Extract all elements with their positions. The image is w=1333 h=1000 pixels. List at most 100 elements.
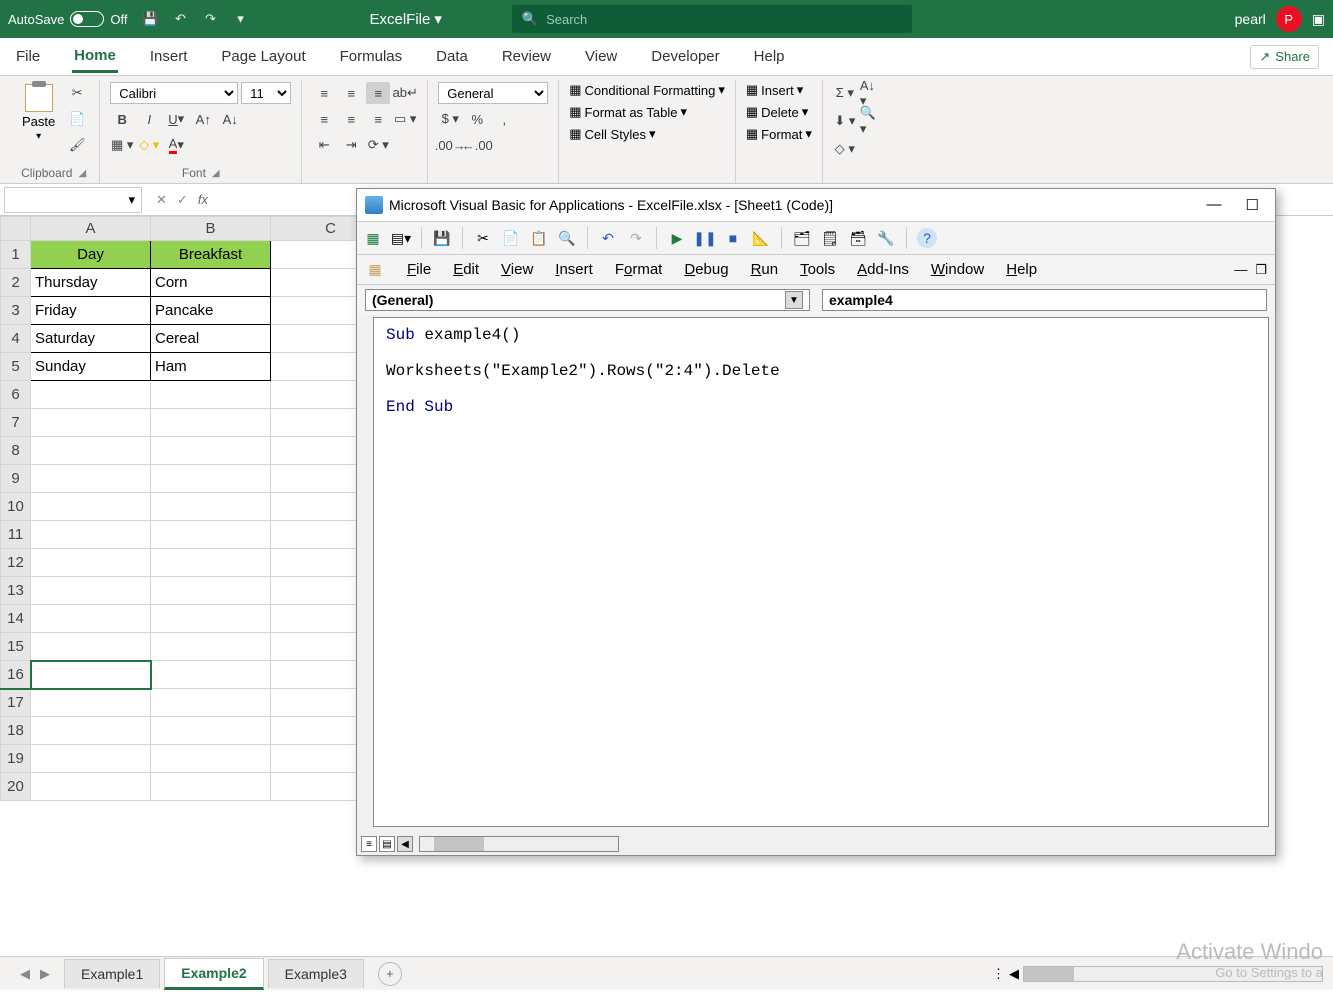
vba-menu-tools[interactable]: Tools (800, 261, 835, 278)
cell[interactable] (151, 437, 271, 465)
redo-icon[interactable]: ↷ (201, 10, 219, 28)
toggle-switch[interactable] (70, 11, 104, 27)
row-header[interactable]: 6 (1, 381, 31, 409)
find-icon[interactable]: 🔍 (557, 228, 577, 248)
vba-title-bar[interactable]: Microsoft Visual Basic for Applications … (357, 189, 1275, 221)
cell[interactable] (31, 437, 151, 465)
vba-menu-debug[interactable]: Debug (684, 261, 728, 278)
borders-icon[interactable]: ▦ ▾ (110, 134, 134, 156)
wrap-text-icon[interactable]: ab↵ (393, 82, 417, 104)
undo-icon[interactable]: ↶ (171, 10, 189, 28)
percent-icon[interactable]: % (465, 108, 489, 130)
cell[interactable] (151, 577, 271, 605)
sheet-tab-example1[interactable]: Example1 (64, 959, 160, 988)
cell[interactable]: Pancake (151, 297, 271, 325)
sort-filter-icon[interactable]: A↓ ▾ (860, 82, 884, 104)
copy-icon[interactable]: 📄 (501, 228, 521, 248)
cell[interactable] (31, 773, 151, 801)
align-top-icon[interactable]: ≡ (312, 82, 336, 104)
cell[interactable] (151, 689, 271, 717)
format-cells-button[interactable]: ▦ Format ▾ (746, 126, 812, 142)
cell[interactable] (151, 493, 271, 521)
cell[interactable]: Friday (31, 297, 151, 325)
cell[interactable] (31, 717, 151, 745)
align-middle-icon[interactable]: ≡ (339, 82, 363, 104)
cell[interactable]: Breakfast (151, 241, 271, 269)
cell[interactable] (151, 633, 271, 661)
row-header[interactable]: 16 (1, 661, 31, 689)
undo-icon[interactable]: ↶ (598, 228, 618, 248)
vba-menu-format[interactable]: Format (615, 261, 663, 278)
fill-icon[interactable]: ⬇ ▾ (833, 110, 857, 132)
cell[interactable]: Day (31, 241, 151, 269)
row-header[interactable]: 3 (1, 297, 31, 325)
sheet-tab-example3[interactable]: Example3 (268, 959, 364, 988)
font-color-icon[interactable]: A ▾ (164, 134, 188, 156)
currency-icon[interactable]: $ ▾ (438, 108, 462, 130)
vba-hscroll[interactable] (419, 836, 619, 852)
row-header[interactable]: 4 (1, 325, 31, 353)
cell[interactable] (151, 381, 271, 409)
save-icon[interactable]: 💾 (432, 228, 452, 248)
enter-icon[interactable]: ✓ (177, 192, 188, 208)
name-box[interactable]: ▾ (4, 187, 142, 213)
cell[interactable] (31, 493, 151, 521)
row-header[interactable]: 17 (1, 689, 31, 717)
help-icon[interactable]: ? (917, 228, 937, 248)
stop-icon[interactable]: ■ (723, 228, 743, 248)
insert-cells-button[interactable]: ▦ Insert ▾ (746, 82, 812, 98)
cell[interactable] (31, 381, 151, 409)
cancel-icon[interactable]: ✕ (156, 192, 167, 208)
row-header[interactable]: 1 (1, 241, 31, 269)
select-all-corner[interactable] (1, 217, 31, 241)
share-button[interactable]: ↗ Share (1250, 45, 1319, 69)
add-sheet-button[interactable]: + (378, 962, 402, 986)
tab-review[interactable]: Review (500, 42, 553, 71)
cell[interactable] (31, 689, 151, 717)
tab-home[interactable]: Home (72, 41, 118, 73)
cell[interactable] (151, 521, 271, 549)
cut-icon[interactable]: ✂ (65, 82, 89, 104)
full-module-view-icon[interactable]: ≡ (361, 836, 377, 852)
cell[interactable] (151, 773, 271, 801)
find-icon[interactable]: 🔍 ▾ (860, 110, 884, 132)
qat-dropdown-icon[interactable]: ▾ (231, 10, 249, 28)
vba-menu-addins[interactable]: Add-Ins (857, 261, 909, 278)
cell[interactable]: Ham (151, 353, 271, 381)
grid[interactable]: ABC1DayBreakfast2ThursdayCorn3FridayPanc… (0, 216, 391, 801)
cell[interactable] (31, 605, 151, 633)
paste-button[interactable]: Paste ▾ (18, 82, 59, 144)
row-header[interactable]: 15 (1, 633, 31, 661)
redo-icon[interactable]: ↷ (626, 228, 646, 248)
cell[interactable] (151, 717, 271, 745)
align-bottom-icon[interactable]: ≡ (366, 82, 390, 104)
pause-icon[interactable]: ❚❚ (695, 228, 715, 248)
row-header[interactable]: 9 (1, 465, 31, 493)
comma-icon[interactable]: , (492, 108, 516, 130)
properties-icon[interactable]: 🗒 (820, 228, 840, 248)
tab-help[interactable]: Help (752, 42, 787, 71)
procedure-view-icon[interactable]: ▤ (379, 836, 395, 852)
cell[interactable]: Corn (151, 269, 271, 297)
cell[interactable] (151, 409, 271, 437)
copy-icon[interactable]: 📄 (65, 108, 89, 130)
decrease-decimal-icon[interactable]: ←.00 (465, 134, 489, 156)
fill-color-icon[interactable]: ◇ ▾ (137, 134, 161, 156)
insert-module-icon[interactable]: ▤▾ (391, 228, 411, 248)
increase-font-icon[interactable]: A↑ (191, 108, 215, 130)
object-browser-icon[interactable]: 🗃 (848, 228, 868, 248)
row-header[interactable]: 7 (1, 409, 31, 437)
cell[interactable] (31, 521, 151, 549)
mdi-restore-icon[interactable]: ❐ (1255, 262, 1267, 278)
clear-icon[interactable]: ◇ ▾ (833, 138, 857, 160)
vba-menu-run[interactable]: Run (751, 261, 779, 278)
sheet-nav-next-icon[interactable]: ▶ (40, 966, 50, 982)
cell[interactable] (31, 549, 151, 577)
format-painter-icon[interactable]: 🖌 (65, 134, 89, 156)
fx-icon[interactable]: fx (198, 192, 208, 207)
row-header[interactable]: 20 (1, 773, 31, 801)
run-icon[interactable]: ▶ (667, 228, 687, 248)
tab-formulas[interactable]: Formulas (338, 42, 405, 71)
column-header[interactable]: A (31, 217, 151, 241)
vba-menu-window[interactable]: Window (931, 261, 984, 278)
